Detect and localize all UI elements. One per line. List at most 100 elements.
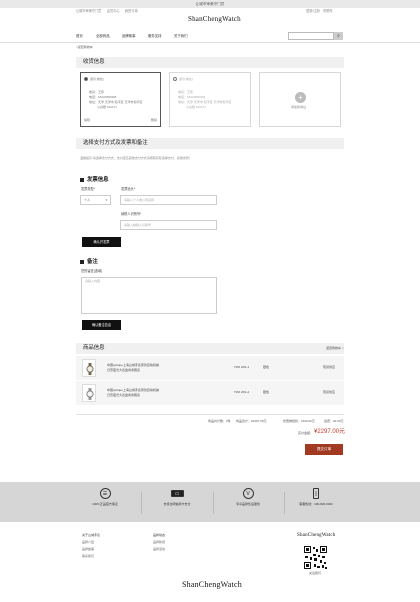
summary-shipping: 运费：¥0.00元 bbox=[324, 419, 344, 423]
remark-title-text: 备注 bbox=[87, 259, 98, 265]
breadcrumb[interactable]: <返回购物车 bbox=[76, 45, 93, 50]
features-band bbox=[0, 482, 420, 522]
back-to-cart-link[interactable]: 返回购物车 > bbox=[326, 346, 344, 351]
watch-thumbnail[interactable] bbox=[82, 359, 96, 377]
goods-status: 现货供应 bbox=[323, 390, 336, 394]
invoice-title: 发票信息 bbox=[80, 177, 109, 183]
pay-amount: ¥2297.00元 bbox=[314, 429, 346, 435]
radio-selected-icon[interactable] bbox=[84, 77, 88, 81]
login-link[interactable]: 登录/注册 bbox=[306, 9, 320, 13]
goods-name[interactable]: 中国optique上海山城手表男款自动机械 bbox=[107, 363, 159, 368]
footer-logo: ShanChengWatch bbox=[297, 533, 336, 538]
qr-caption: 关注我们 bbox=[309, 571, 322, 575]
square-bullet-icon bbox=[80, 177, 84, 182]
feature-label: 专享品牌售后服务 bbox=[235, 502, 260, 506]
watch-thumbnail[interactable] bbox=[82, 384, 96, 402]
add-address-label: 添加新地址 bbox=[291, 105, 307, 109]
pay-label: 实付金额： bbox=[298, 431, 314, 435]
invoice-type-select[interactable]: 个人 ▾ bbox=[80, 195, 111, 205]
goods-name-2: 日历夜光大表盘商务腕表 bbox=[107, 367, 141, 372]
remark-textarea[interactable]: 请输入内容 bbox=[81, 277, 217, 314]
nav-brand-story[interactable]: 品牌故事 bbox=[122, 34, 136, 38]
address-detail-2: 小白楼 100171 bbox=[97, 105, 117, 109]
top-left-links: 让城市审美守门员 会员中心 我的订单 bbox=[76, 9, 138, 14]
footer-link[interactable]: 品牌故事 bbox=[82, 546, 100, 553]
address-detail-2b: 小白楼 100171 bbox=[186, 105, 206, 109]
top-link-member[interactable]: 会员中心 bbox=[107, 9, 120, 13]
goods-model: TWJ 2D1-1 bbox=[234, 365, 250, 369]
brand-logo[interactable]: ShanChengWatch bbox=[188, 15, 241, 23]
top-notice-bar: 让城市审美守门员 bbox=[0, 0, 420, 8]
taxid-input[interactable]: 请输入纳税人识别号 bbox=[120, 220, 217, 230]
shield-icon: ☰ bbox=[99, 488, 111, 499]
summary-coupon: 优惠券抵扣：¥100.00元 bbox=[283, 419, 315, 423]
goods-name-2: 日历夜光大表盘商务腕表 bbox=[107, 392, 141, 397]
plus-icon: + bbox=[295, 92, 306, 103]
remark-label: 您的留言(选填) bbox=[81, 269, 103, 273]
address-card-selected[interactable]: [默认地址] 收货：王伟 电话：18222860966 地址：天津 天津市 和平… bbox=[80, 72, 161, 127]
chevron-down-icon: ▾ bbox=[105, 198, 107, 202]
phone-icon: ▯ bbox=[313, 488, 319, 499]
address-edit-link[interactable]: 编辑 bbox=[84, 118, 90, 123]
search-button[interactable]: ⌕ bbox=[334, 32, 343, 40]
invoice-title-text: 发票信息 bbox=[87, 177, 109, 183]
feature-separator bbox=[141, 492, 142, 514]
feature-service: V 专享品牌售后服务 bbox=[218, 488, 278, 507]
feature-separator bbox=[213, 492, 214, 514]
address-section-title: 收货信息 bbox=[76, 57, 344, 68]
summary-subtotal: 商品合计：¥2297.00元 bbox=[236, 419, 267, 423]
radio-unselected-icon[interactable] bbox=[173, 77, 177, 81]
footer-link[interactable]: 品牌活动 bbox=[153, 546, 165, 553]
footer-col-news: 品牌动态 品牌新闻 品牌活动 bbox=[153, 532, 165, 553]
address-card-2[interactable]: [默认地址] 收货：王伟 电话：18222860966 地址：天津 天津市 和平… bbox=[169, 72, 251, 127]
footer-link[interactable]: 品牌新闻 bbox=[153, 539, 165, 546]
feature-hotline: ▯ 客服热线：400-820-6362 bbox=[286, 488, 346, 507]
nav-service[interactable]: 服务支持 bbox=[148, 34, 162, 38]
address-tag: [默认地址] bbox=[90, 76, 104, 81]
feature-credit-card: ▭ 支持全网信用卡支付 bbox=[147, 488, 207, 507]
cart-link[interactable]: 购物车 bbox=[323, 9, 333, 13]
address-delete-link[interactable]: 删除 bbox=[151, 118, 157, 123]
invoice-header-input[interactable]: 请输入个人或公司名称 bbox=[120, 195, 217, 205]
address-tag-2: [默认地址] bbox=[179, 76, 193, 81]
invoice-header-label: 发票抬头* bbox=[121, 187, 135, 191]
feature-label: 支持全网信用卡支付 bbox=[163, 502, 191, 506]
top-notice-text: 让城市审美守门员 bbox=[195, 2, 225, 6]
goods-row: 中国optique上海山城手表男款自动机械 日历夜光大表盘商务腕表 TWJ 2D… bbox=[76, 356, 344, 380]
add-address-card[interactable]: + 添加新地址 bbox=[259, 72, 341, 127]
goods-row: 中国optique上海山城手表男款自动机械 日历夜光大表盘商务腕表 TWJ 2D… bbox=[76, 381, 344, 405]
taxid-label: 纳税人识别号* bbox=[121, 212, 142, 216]
goods-model: TWJ 2D1-2 bbox=[234, 390, 250, 394]
credit-card-icon: ▭ bbox=[170, 490, 184, 497]
square-bullet-icon-2 bbox=[80, 259, 84, 264]
feature-label: 客服热线：400-820-6362 bbox=[299, 502, 333, 506]
goods-section-title: 商品信息 bbox=[76, 343, 344, 354]
footer-col-about: 关于山城手表 品牌介绍 品牌故事 联系我们 bbox=[82, 532, 100, 560]
nav-home[interactable]: 首页 bbox=[76, 34, 83, 38]
footer-link[interactable]: 品牌介绍 bbox=[82, 539, 100, 546]
submit-order-button[interactable]: 提交订单 bbox=[305, 444, 343, 455]
confirm-invoice-button[interactable]: 确认开发票 bbox=[82, 237, 121, 247]
invoice-type-label: 发票类型* bbox=[81, 187, 95, 191]
feature-separator bbox=[284, 492, 285, 514]
nav-about[interactable]: 关于我们 bbox=[174, 34, 188, 38]
payment-section-title: 选择支付方式及发票和备注 bbox=[76, 138, 344, 149]
top-right-links: 登录/注册 购物车 bbox=[306, 9, 333, 14]
confirm-remark-button[interactable]: 确认备注信息 bbox=[82, 320, 121, 330]
summary-count: 商品共计数：2件 bbox=[208, 419, 231, 423]
footer-bottom-logo: ShanChengWatch bbox=[182, 580, 242, 589]
check-icon: V bbox=[242, 488, 254, 499]
goods-name[interactable]: 中国optique上海山城手表男款自动机械 bbox=[107, 388, 159, 393]
goods-status: 现货供应 bbox=[323, 365, 336, 369]
nav-all-goods[interactable]: 全部商品 bbox=[96, 34, 110, 38]
watch-icon bbox=[86, 388, 94, 400]
top-link-orders[interactable]: 我的订单 bbox=[125, 9, 138, 13]
remark-title: 备注 bbox=[80, 259, 98, 265]
qr-code-icon bbox=[303, 545, 328, 570]
footer-link[interactable]: 联系我们 bbox=[82, 553, 100, 560]
footer-col-title: 品牌动态 bbox=[153, 533, 166, 537]
search-icon: ⌕ bbox=[337, 33, 340, 39]
search-input[interactable] bbox=[288, 32, 334, 40]
watch-icon bbox=[86, 363, 94, 375]
top-link-1[interactable]: 让城市审美守门员 bbox=[76, 9, 102, 13]
